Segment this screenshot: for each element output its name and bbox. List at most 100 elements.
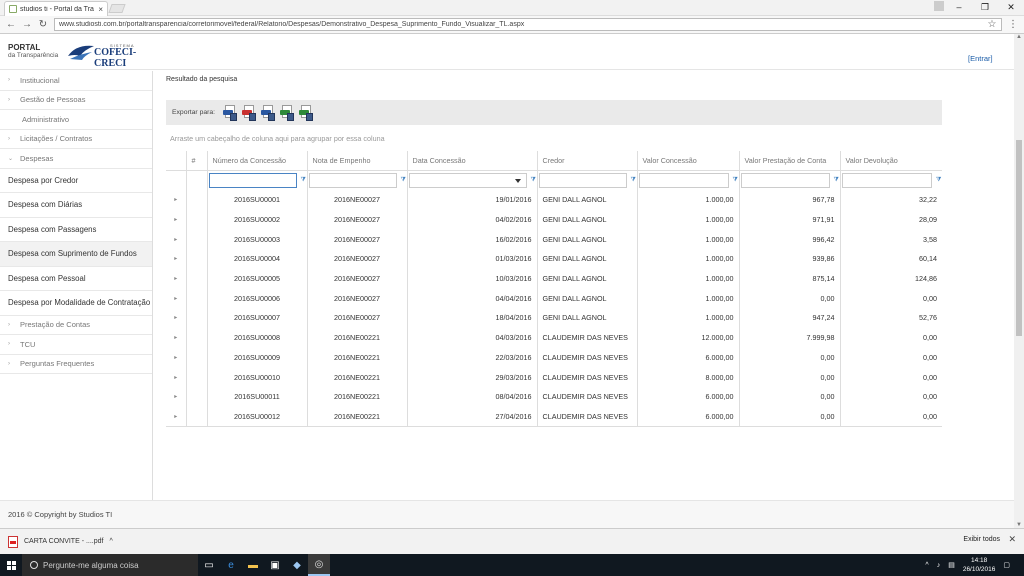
restore-button[interactable]: ❐ — [972, 0, 998, 16]
filter-valor-prestacao-input[interactable] — [740, 172, 830, 188]
column-header-nota-empenho[interactable]: Nota de Empenho — [306, 151, 407, 171]
filter-funnel-icon[interactable]: ⧩ — [733, 177, 739, 184]
tab-close-icon[interactable]: × — [98, 5, 103, 14]
app-icon[interactable]: ◆ — [286, 554, 308, 576]
expand-row-icon[interactable]: ▸ — [166, 387, 186, 407]
sidebar-item-administrativo[interactable]: Administrativo — [0, 110, 152, 130]
sidebar-item-perguntas[interactable]: › Perguntas Frequentes — [0, 355, 152, 374]
filter-valor-devolucao-input[interactable] — [841, 172, 932, 188]
filter-numero-concessao-input[interactable] — [208, 172, 297, 188]
download-item[interactable]: CARTA CONVITE - ....pdf — [24, 538, 103, 545]
close-window-button[interactable]: ✕ — [998, 0, 1024, 16]
volume-icon[interactable]: ♪ — [937, 562, 941, 569]
filter-funnel-icon[interactable]: ⧩ — [631, 177, 637, 184]
filter-funnel-icon[interactable]: ⧩ — [531, 177, 537, 184]
column-header-credor[interactable]: Credor — [536, 151, 637, 171]
browser-menu-icon[interactable]: ⋮ — [1008, 19, 1018, 30]
sidebar-item-despesa-passagens[interactable]: Despesa com Passagens — [0, 218, 152, 242]
filter-funnel-icon[interactable]: ⧩ — [936, 177, 942, 184]
clock[interactable]: 14:18 26/10/2016 — [963, 556, 996, 574]
export-xls-icon[interactable] — [280, 104, 295, 121]
download-chevron-icon[interactable]: ^ — [109, 538, 112, 545]
table-row[interactable]: ▸ 2016SU00007 2016NE00027 18/04/2016 GENI DA… — [166, 308, 942, 328]
group-panel-hint[interactable]: Arraste um cabeçalho de coluna aqui para… — [170, 134, 385, 143]
notifications-icon[interactable]: ▢ — [1003, 561, 1010, 569]
sidebar-item-gestao-pessoas[interactable]: › Gestão de Pessoas — [0, 91, 152, 110]
column-header-valor-devolucao[interactable]: Valor Devolução — [839, 151, 942, 171]
expand-row-icon[interactable]: ▸ — [166, 288, 186, 308]
sidebar-item-despesa-diarias[interactable]: Despesa com Diárias — [0, 193, 152, 218]
table-row[interactable]: ▸ 2016SU00012 2016NE00221 27/04/2016 CLAUDEM… — [166, 406, 942, 427]
filter-funnel-icon[interactable]: ⧩ — [301, 177, 307, 184]
filter-credor-input[interactable] — [538, 172, 627, 188]
export-csv-icon[interactable] — [299, 104, 314, 121]
column-header-index[interactable]: # — [185, 151, 207, 171]
column-header-valor-concessao[interactable]: Valor Concessão — [636, 151, 739, 171]
expand-row-icon[interactable]: ▸ — [166, 328, 186, 348]
filter-data-concessao-dropdown[interactable] — [408, 172, 527, 188]
minimize-button[interactable]: – — [946, 0, 972, 16]
new-tab-button[interactable] — [108, 4, 126, 13]
portal-logo[interactable]: PORTAL da Transparência — [8, 44, 58, 60]
table-row[interactable]: ▸ 2016SU00002 2016NE00027 04/02/2016 GENI DA… — [166, 209, 942, 230]
table-row[interactable]: ▸ 2016SU00011 2016NE00221 08/04/2016 CLAUDEM… — [166, 386, 942, 407]
expand-row-icon[interactable]: ▸ — [166, 367, 186, 387]
file-explorer-icon[interactable]: ▬ — [242, 554, 264, 576]
reload-icon[interactable]: ↻ — [38, 19, 48, 30]
sidebar-item-licitacoes[interactable]: › Licitações / Contratos — [0, 130, 152, 149]
filter-nota-empenho-input[interactable] — [308, 172, 397, 188]
bookmark-star-icon[interactable]: ☆ — [987, 19, 997, 30]
column-header-numero-concessao[interactable]: Número da Concessão — [206, 151, 307, 171]
back-icon[interactable]: ← — [6, 19, 16, 30]
expand-row-icon[interactable]: ▸ — [166, 348, 186, 368]
chrome-taskbar-icon[interactable]: ◎ — [308, 554, 330, 576]
export-pdf-icon[interactable] — [223, 104, 238, 121]
table-row[interactable]: ▸ 2016SU00008 2016NE00221 04/03/2016 CLAUDEM… — [166, 327, 942, 348]
expand-row-icon[interactable]: ▸ — [166, 210, 186, 230]
tray-up-icon[interactable]: ^ — [925, 562, 928, 569]
table-row[interactable]: ▸ 2016SU00003 2016NE00027 16/02/2016 GENI DA… — [166, 229, 942, 250]
scrollbar-thumb[interactable] — [1016, 140, 1022, 336]
login-link[interactable]: [Entrar] — [968, 54, 993, 63]
network-icon[interactable]: ▤ — [948, 561, 955, 569]
sidebar-item-despesa-suprimento[interactable]: Despesa com Suprimento de Fundos — [0, 242, 152, 267]
edge-browser-icon[interactable]: e — [220, 554, 242, 576]
expand-row-icon[interactable]: ▸ — [166, 249, 186, 269]
cortana-search-box[interactable]: Pergunte-me alguma coisa — [22, 554, 198, 576]
user-profile-icon[interactable] — [934, 1, 944, 11]
export-rtf-icon[interactable] — [261, 104, 276, 121]
task-view-icon[interactable]: ▭ — [198, 554, 220, 576]
store-icon[interactable]: ▣ — [264, 554, 286, 576]
browser-tab[interactable]: studios ti - Portal da Tra × — [4, 1, 108, 16]
table-row[interactable]: ▸ 2016SU00001 2016NE00027 19/01/2016 GENI DA… — [166, 190, 942, 210]
windows-start-icon[interactable] — [0, 554, 22, 576]
filter-funnel-icon[interactable]: ⧩ — [401, 177, 407, 184]
close-downloads-icon[interactable]: ✕ — [1008, 534, 1016, 545]
sidebar-item-despesas[interactable]: ⌄ Despesas — [0, 149, 152, 169]
page-scrollbar[interactable]: ▲ ▼ — [1014, 34, 1024, 528]
table-row[interactable]: ▸ 2016SU00006 2016NE00027 04/04/2016 GENI DA… — [166, 288, 942, 309]
filter-funnel-icon[interactable]: ⧩ — [834, 177, 840, 184]
column-header-data-concessao[interactable]: Data Concessão — [406, 151, 537, 171]
sidebar-item-institucional[interactable]: › Institucional — [0, 71, 152, 91]
expand-row-icon[interactable]: ▸ — [166, 308, 186, 328]
scroll-up-icon[interactable]: ▲ — [1014, 34, 1024, 40]
url-input[interactable]: www.studiosti.com.br/portaltransparencia… — [54, 18, 1002, 31]
sidebar-item-despesa-pessoal[interactable]: Despesa com Pessoal — [0, 267, 152, 291]
filter-valor-concessao-input[interactable] — [638, 172, 729, 188]
expand-row-icon[interactable]: ▸ — [166, 229, 186, 249]
table-row[interactable]: ▸ 2016SU00009 2016NE00221 22/03/2016 CLAUDEM… — [166, 347, 942, 368]
expand-row-icon[interactable]: ▸ — [166, 406, 186, 427]
sidebar-item-despesa-credor[interactable]: Despesa por Credor — [0, 169, 152, 193]
column-header-valor-prestacao[interactable]: Valor Prestação de Conta — [738, 151, 840, 171]
forward-icon[interactable]: → — [22, 19, 32, 30]
sidebar-item-prestacao-contas[interactable]: › Prestação de Contas — [0, 316, 152, 335]
export-pdf2-icon[interactable] — [242, 104, 257, 121]
show-all-downloads-button[interactable]: Exibir todos — [963, 536, 1000, 543]
sidebar-item-despesa-modalidade[interactable]: Despesa por Modalidade de Contratação — [0, 291, 152, 316]
expand-row-icon[interactable]: ▸ — [166, 190, 186, 210]
table-row[interactable]: ▸ 2016SU00010 2016NE00221 29/03/2016 CLAUDEM… — [166, 367, 942, 387]
table-row[interactable]: ▸ 2016SU00005 2016NE00027 10/03/2016 GENI DA… — [166, 268, 942, 289]
expand-row-icon[interactable]: ▸ — [166, 269, 186, 289]
table-row[interactable]: ▸ 2016SU00004 2016NE00027 01/03/2016 GENI DA… — [166, 249, 942, 269]
